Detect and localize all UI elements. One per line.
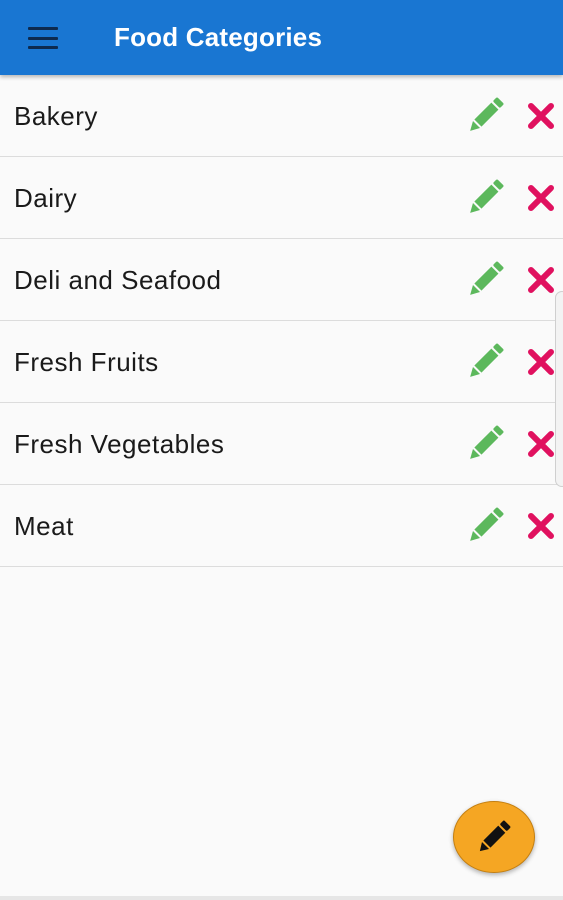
pencil-icon: [470, 507, 504, 541]
close-icon: [528, 349, 554, 375]
pencil-icon: [479, 820, 511, 852]
close-icon: [528, 103, 554, 129]
edit-category-button[interactable]: [464, 97, 506, 135]
close-icon: [528, 431, 554, 457]
category-label: Deli and Seafood: [14, 265, 222, 295]
list-item[interactable]: Fresh Fruits: [0, 321, 563, 403]
delete-category-button[interactable]: [525, 429, 557, 459]
app-bar: Food Categories: [0, 0, 563, 75]
list-item[interactable]: Meat: [0, 485, 563, 567]
category-label: Bakery: [14, 101, 98, 131]
category-label: Fresh Vegetables: [14, 429, 225, 459]
bottom-divider: [0, 896, 563, 900]
category-label: Meat: [14, 511, 74, 541]
edit-category-button[interactable]: [464, 425, 506, 463]
edit-category-button[interactable]: [464, 261, 506, 299]
delete-category-button[interactable]: [525, 265, 557, 295]
pencil-icon: [470, 179, 504, 213]
list-item[interactable]: Dairy: [0, 157, 563, 239]
list-item[interactable]: Bakery: [0, 75, 563, 157]
close-icon: [528, 267, 554, 293]
list-item[interactable]: Fresh Vegetables: [0, 403, 563, 485]
close-icon: [528, 513, 554, 539]
delete-category-button[interactable]: [525, 101, 557, 131]
edit-category-button[interactable]: [464, 179, 506, 217]
hamburger-menu-icon: [28, 27, 58, 30]
pencil-icon: [470, 343, 504, 377]
edit-category-button[interactable]: [464, 507, 506, 545]
edit-category-button[interactable]: [464, 343, 506, 381]
category-list: Bakery Dairy Deli and Seafood Fresh Fruits F…: [0, 75, 563, 567]
pencil-icon: [470, 261, 504, 295]
pencil-icon: [470, 425, 504, 459]
add-category-fab[interactable]: [453, 801, 535, 873]
scrollbar-handle[interactable]: [555, 291, 563, 487]
delete-category-button[interactable]: [525, 511, 557, 541]
close-icon: [528, 185, 554, 211]
hamburger-menu-button[interactable]: [28, 27, 60, 49]
delete-category-button[interactable]: [525, 347, 557, 377]
pencil-icon: [470, 97, 504, 131]
delete-category-button[interactable]: [525, 183, 557, 213]
category-label: Dairy: [14, 183, 78, 213]
list-item[interactable]: Deli and Seafood: [0, 239, 563, 321]
category-label: Fresh Fruits: [14, 347, 159, 377]
page-title: Food Categories: [114, 22, 323, 52]
